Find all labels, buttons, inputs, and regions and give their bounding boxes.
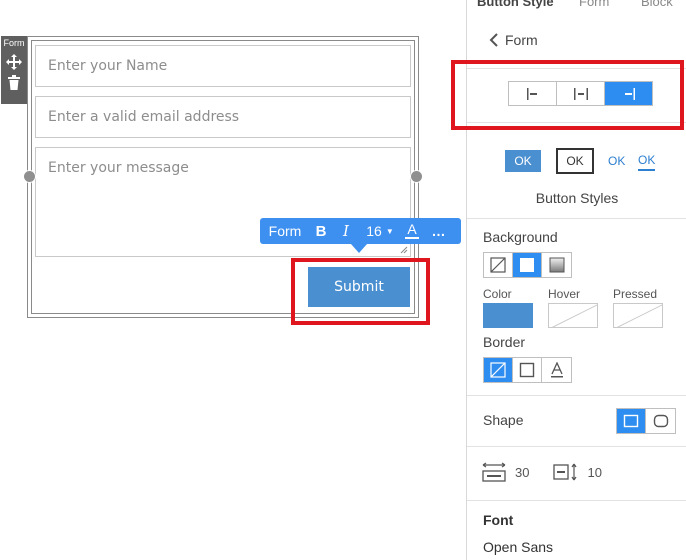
horizontal-padding-icon xyxy=(482,462,506,482)
properties-panel: Button Style Form Block Form OK OK OK OK… xyxy=(466,0,686,560)
box-border-icon xyxy=(519,362,535,378)
align-left-icon xyxy=(526,87,537,100)
background-solid-button[interactable] xyxy=(513,253,542,277)
tab-button-style[interactable]: Button Style xyxy=(477,0,554,9)
chevron-left-icon xyxy=(489,33,498,47)
color-label: Color xyxy=(483,287,512,301)
shape-rounded-button[interactable] xyxy=(646,409,675,433)
hover-color-swatch[interactable] xyxy=(548,303,598,328)
background-type-control xyxy=(483,252,572,278)
divider xyxy=(467,122,686,123)
font-size-value: 16 xyxy=(366,223,382,239)
background-none-button[interactable] xyxy=(484,253,513,277)
resize-handle-right[interactable] xyxy=(410,170,423,183)
email-input[interactable]: Enter a valid email address xyxy=(35,96,411,138)
toolbar-form-label[interactable]: Form xyxy=(260,218,310,244)
color-swatch[interactable] xyxy=(483,303,533,328)
bold-button[interactable]: B xyxy=(310,218,332,244)
rounded-shape-icon xyxy=(653,414,668,428)
background-gradient-button[interactable] xyxy=(542,253,571,277)
font-label: Font xyxy=(483,512,514,528)
name-input[interactable]: Enter your Name xyxy=(35,45,411,87)
shape-control xyxy=(616,408,676,434)
button-style-filled[interactable]: OK xyxy=(505,150,541,172)
align-right-icon xyxy=(624,87,635,100)
align-left-button[interactable] xyxy=(509,82,557,105)
hover-label: Hover xyxy=(548,287,581,301)
horizontal-padding-value[interactable]: 30 xyxy=(515,465,529,480)
more-options-button[interactable]: … xyxy=(424,218,454,244)
text-color-letter: A xyxy=(407,221,417,237)
vertical-padding-value[interactable]: 10 xyxy=(587,465,601,480)
no-border-icon xyxy=(490,362,506,378)
no-fill-icon xyxy=(490,257,506,273)
border-color-button[interactable] xyxy=(542,358,571,382)
divider xyxy=(467,395,686,396)
toolbar-pointer xyxy=(351,244,367,253)
message-placeholder: Enter your message xyxy=(48,160,189,176)
text-color-icon xyxy=(550,362,563,378)
gradient-fill-icon xyxy=(549,257,564,273)
resize-handle-left[interactable] xyxy=(23,170,36,183)
resize-grip-icon[interactable] xyxy=(400,246,408,254)
divider xyxy=(467,218,686,219)
align-center-icon xyxy=(573,87,588,100)
pressed-label: Pressed xyxy=(613,287,658,301)
border-type-control xyxy=(483,357,572,383)
border-none-button[interactable] xyxy=(484,358,513,382)
caret-down-icon: ▼ xyxy=(385,226,394,236)
square-shape-icon xyxy=(623,414,639,428)
font-size-dropdown[interactable]: 16 ▼ xyxy=(360,218,400,244)
vertical-padding-icon xyxy=(553,463,577,481)
align-right-button[interactable] xyxy=(605,82,652,105)
text-color-button[interactable]: A xyxy=(400,218,424,244)
shape-label: Shape xyxy=(483,412,524,428)
trash-icon[interactable] xyxy=(7,71,21,91)
form-block-handle[interactable]: Form xyxy=(1,36,27,104)
panel-tabs: Button Style Form Block xyxy=(467,0,686,9)
button-style-outline[interactable]: OK xyxy=(556,148,594,174)
align-center-button[interactable] xyxy=(557,82,605,105)
button-styles-caption: Button Styles xyxy=(535,190,619,206)
empty-swatch-icon xyxy=(616,304,662,327)
solid-fill-icon xyxy=(520,258,534,272)
shape-square-button[interactable] xyxy=(617,409,646,433)
handle-label: Form xyxy=(3,38,25,48)
back-label: Form xyxy=(505,32,538,48)
divider xyxy=(467,500,686,501)
italic-button[interactable]: I xyxy=(332,218,360,244)
divider xyxy=(467,446,686,447)
pressed-color-swatch[interactable] xyxy=(613,303,663,328)
border-label: Border xyxy=(483,334,526,350)
text-color-bar xyxy=(405,237,419,239)
format-toolbar: Form B I 16 ▼ A … xyxy=(260,218,461,244)
button-style-underline[interactable]: OK xyxy=(638,151,656,171)
font-family-select[interactable]: Open Sans xyxy=(483,539,553,555)
tab-block[interactable]: Block xyxy=(641,0,673,9)
padding-row: 30 10 xyxy=(481,462,626,482)
tab-form[interactable]: Form xyxy=(579,0,609,9)
alignment-control xyxy=(508,81,653,106)
back-to-form-link[interactable]: Form xyxy=(489,32,538,48)
empty-swatch-icon xyxy=(551,304,597,327)
border-box-button[interactable] xyxy=(513,358,542,382)
submit-button[interactable]: Submit xyxy=(308,267,410,307)
background-label: Background xyxy=(483,229,558,245)
move-icon[interactable] xyxy=(5,49,23,71)
button-style-text[interactable]: OK xyxy=(608,148,625,174)
divider xyxy=(467,68,686,69)
